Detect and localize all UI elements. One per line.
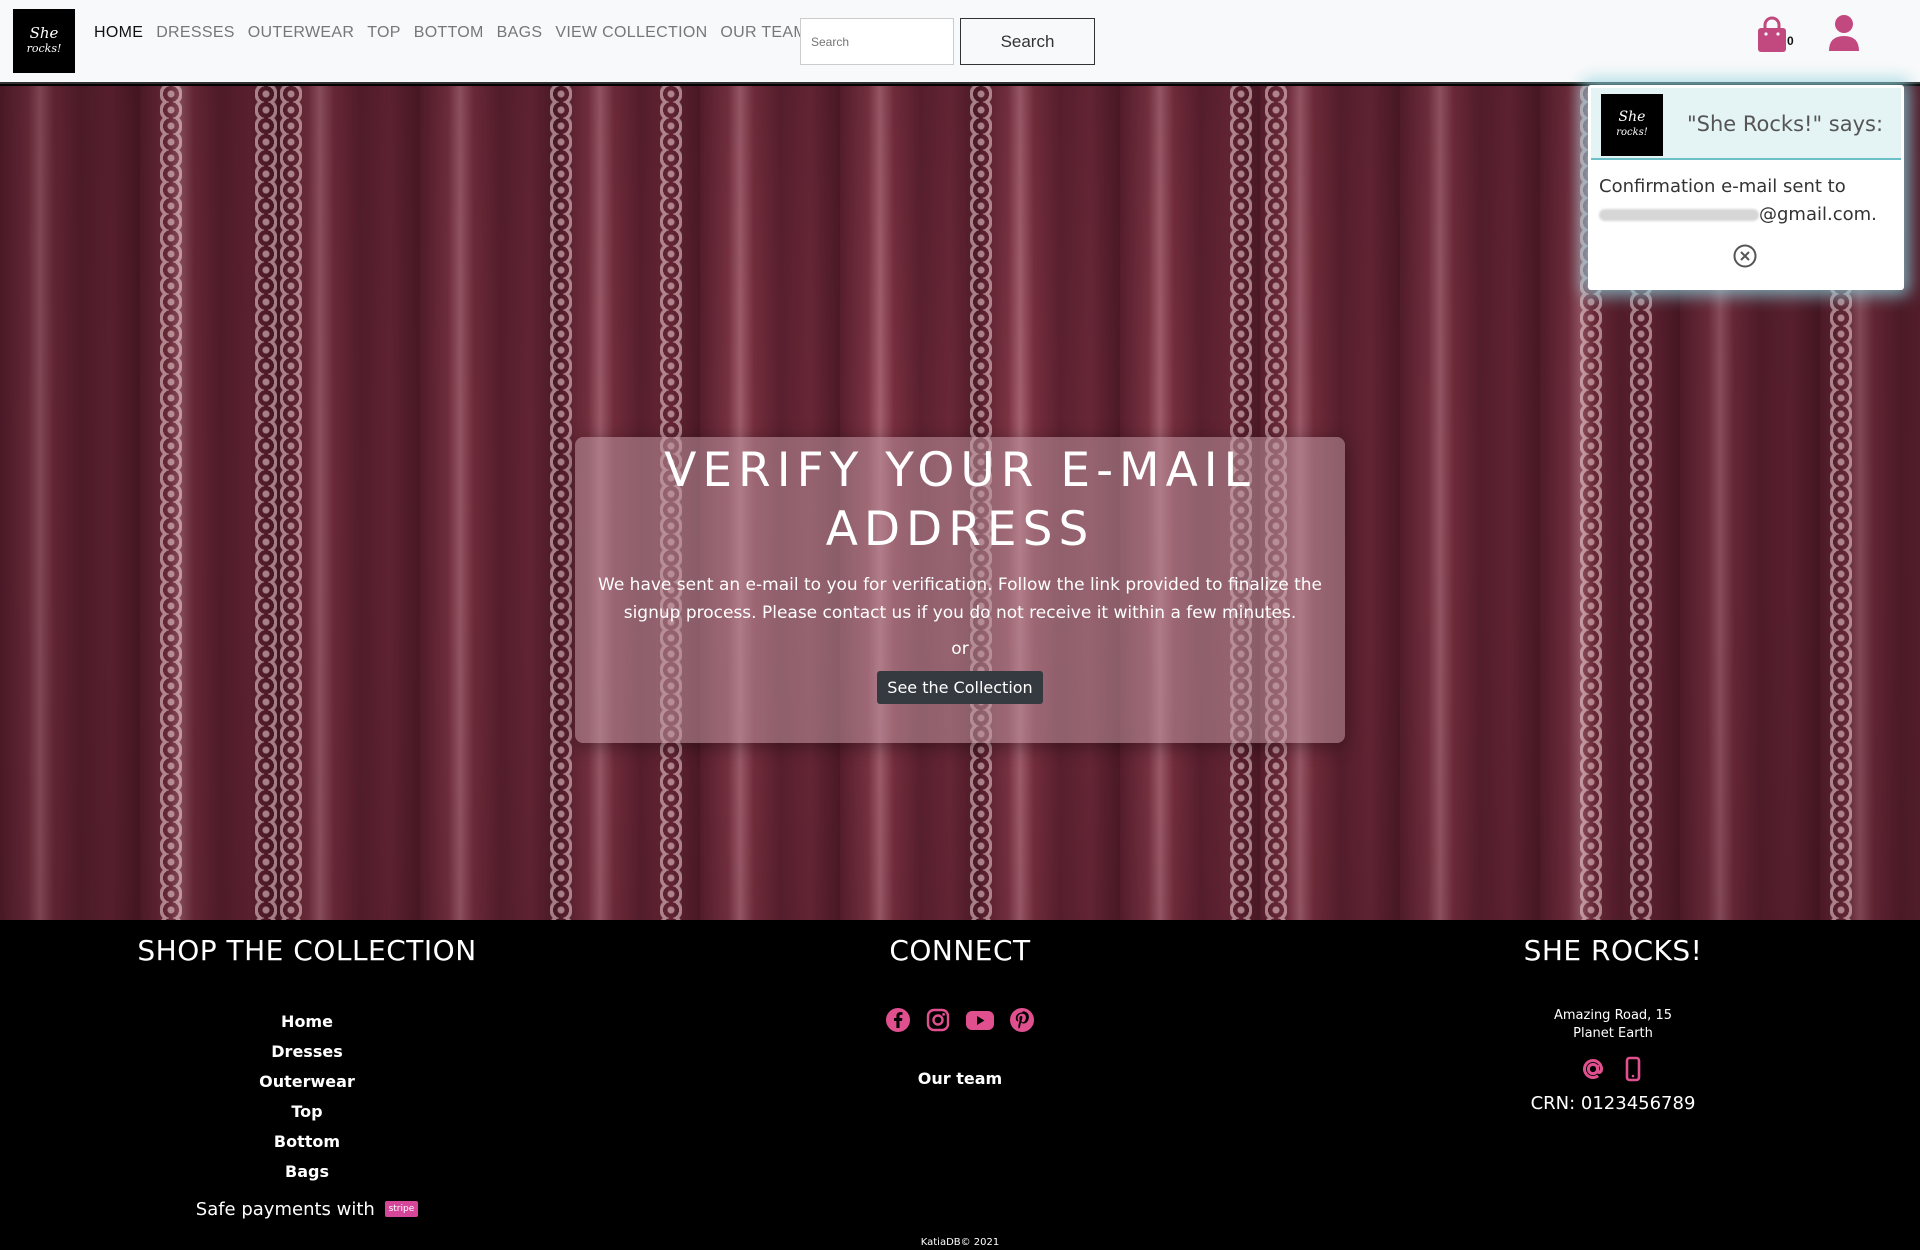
sequin-strip bbox=[255, 86, 277, 920]
youtube-icon[interactable] bbox=[965, 1007, 995, 1033]
see-collection-button[interactable]: See the Collection bbox=[877, 671, 1043, 704]
site-header: She rocks! HOME DRESSES OUTERWEAR TOP BO… bbox=[0, 0, 1920, 84]
safe-payments-text: Safe payments with bbox=[195, 1199, 375, 1220]
toast-header: She rocks! "She Rocks!" says: bbox=[1591, 88, 1901, 160]
footer-connect-heading: CONNECT bbox=[889, 934, 1031, 967]
toast-title: "She Rocks!" says: bbox=[1687, 112, 1884, 136]
search-button[interactable]: Search bbox=[960, 18, 1095, 65]
cart-count: 0 bbox=[1787, 34, 1794, 48]
footer-link-bottom[interactable]: Bottom bbox=[0, 1127, 614, 1157]
footer-shop-heading: SHOP THE COLLECTION bbox=[137, 934, 477, 967]
sequin-strip bbox=[160, 86, 182, 920]
facebook-icon[interactable] bbox=[885, 1007, 911, 1033]
footer-link-dresses[interactable]: Dresses bbox=[0, 1037, 614, 1067]
company-registration-number: CRN: 0123456789 bbox=[1530, 1093, 1696, 1114]
footer-link-outerwear[interactable]: Outerwear bbox=[0, 1067, 614, 1097]
email-at-icon[interactable] bbox=[1579, 1055, 1607, 1083]
verify-email-panel: VERIFY YOUR E-MAIL ADDRESS We have sent … bbox=[575, 437, 1345, 743]
toast-message: Confirmation e-mail sent to @gmail.com. bbox=[1599, 173, 1899, 229]
site-logo[interactable]: She rocks! bbox=[13, 9, 75, 73]
footer-shop-column: SHOP THE COLLECTION Home Dresses Outerwe… bbox=[0, 920, 614, 1220]
logo-line1: She bbox=[1618, 109, 1646, 125]
pinterest-icon[interactable] bbox=[1009, 1007, 1035, 1033]
footer-shop-links: Home Dresses Outerwear Top Bottom Bags bbox=[0, 1007, 614, 1187]
logo-line1: She bbox=[29, 24, 59, 42]
safe-payments-note: Safe payments with stripe bbox=[0, 1199, 614, 1220]
nav-bags[interactable]: BAGS bbox=[497, 24, 543, 42]
site-footer: SHOP THE COLLECTION Home Dresses Outerwe… bbox=[0, 920, 1920, 1250]
notification-toast: She rocks! "She Rocks!" says: Confirmati… bbox=[1588, 85, 1904, 290]
search-input[interactable] bbox=[800, 18, 954, 65]
logo-line2: rocks! bbox=[1616, 127, 1648, 138]
nav-dresses[interactable]: DRESSES bbox=[156, 24, 235, 42]
nav-home[interactable]: HOME bbox=[94, 24, 143, 42]
copyright-text: KatiaDB© 2021 bbox=[920, 1237, 1000, 1248]
user-account-button[interactable] bbox=[1828, 14, 1860, 52]
nav-view-collection[interactable]: VIEW COLLECTION bbox=[555, 24, 707, 42]
nav-bottom[interactable]: BOTTOM bbox=[414, 24, 484, 42]
footer-company-heading: SHE ROCKS! bbox=[1523, 934, 1703, 967]
main-nav: HOME DRESSES OUTERWEAR TOP BOTTOM BAGS V… bbox=[94, 24, 820, 42]
sequin-strip bbox=[550, 86, 572, 920]
shopping-bag-icon bbox=[1758, 16, 1786, 52]
page-title: VERIFY YOUR E-MAIL ADDRESS bbox=[664, 443, 1256, 557]
footer-link-our-team[interactable]: Our team bbox=[653, 1069, 1267, 1088]
address-line2: Planet Earth bbox=[1573, 1026, 1653, 1041]
sequin-strip bbox=[280, 86, 302, 920]
toast-logo: She rocks! bbox=[1601, 94, 1663, 156]
address-line1: Amazing Road, 15 bbox=[1553, 1008, 1672, 1023]
or-separator: or bbox=[951, 639, 969, 659]
close-circle-icon bbox=[1733, 244, 1757, 268]
social-links bbox=[653, 1007, 1267, 1033]
nav-top[interactable]: TOP bbox=[367, 24, 401, 42]
company-address: Amazing Road, 15 Planet Earth bbox=[1306, 1007, 1920, 1043]
instagram-icon[interactable] bbox=[925, 1007, 951, 1033]
footer-company-column: SHE ROCKS! Amazing Road, 15 Planet Earth… bbox=[1306, 920, 1920, 1114]
redacted-email bbox=[1599, 209, 1759, 221]
footer-link-bags[interactable]: Bags bbox=[0, 1157, 614, 1187]
nav-our-team[interactable]: OUR TEAM bbox=[720, 24, 807, 42]
contact-links bbox=[1306, 1055, 1920, 1083]
logo-line2: rocks! bbox=[26, 42, 62, 55]
cart-button[interactable] bbox=[1752, 15, 1792, 55]
footer-link-home[interactable]: Home bbox=[0, 1007, 614, 1037]
stripe-badge: stripe bbox=[384, 1201, 419, 1217]
toast-email-suffix: @gmail.com. bbox=[1759, 204, 1877, 225]
user-icon bbox=[1829, 15, 1859, 51]
toast-close-button[interactable] bbox=[1732, 243, 1758, 269]
footer-link-top[interactable]: Top bbox=[0, 1097, 614, 1127]
nav-outerwear[interactable]: OUTERWEAR bbox=[248, 24, 354, 42]
phone-icon[interactable] bbox=[1619, 1055, 1647, 1083]
verify-message: We have sent an e-mail to you for verifi… bbox=[598, 575, 1322, 623]
footer-connect-column: CONNECT Our team bbox=[653, 920, 1267, 1088]
toast-message-line1: Confirmation e-mail sent to bbox=[1599, 176, 1846, 197]
